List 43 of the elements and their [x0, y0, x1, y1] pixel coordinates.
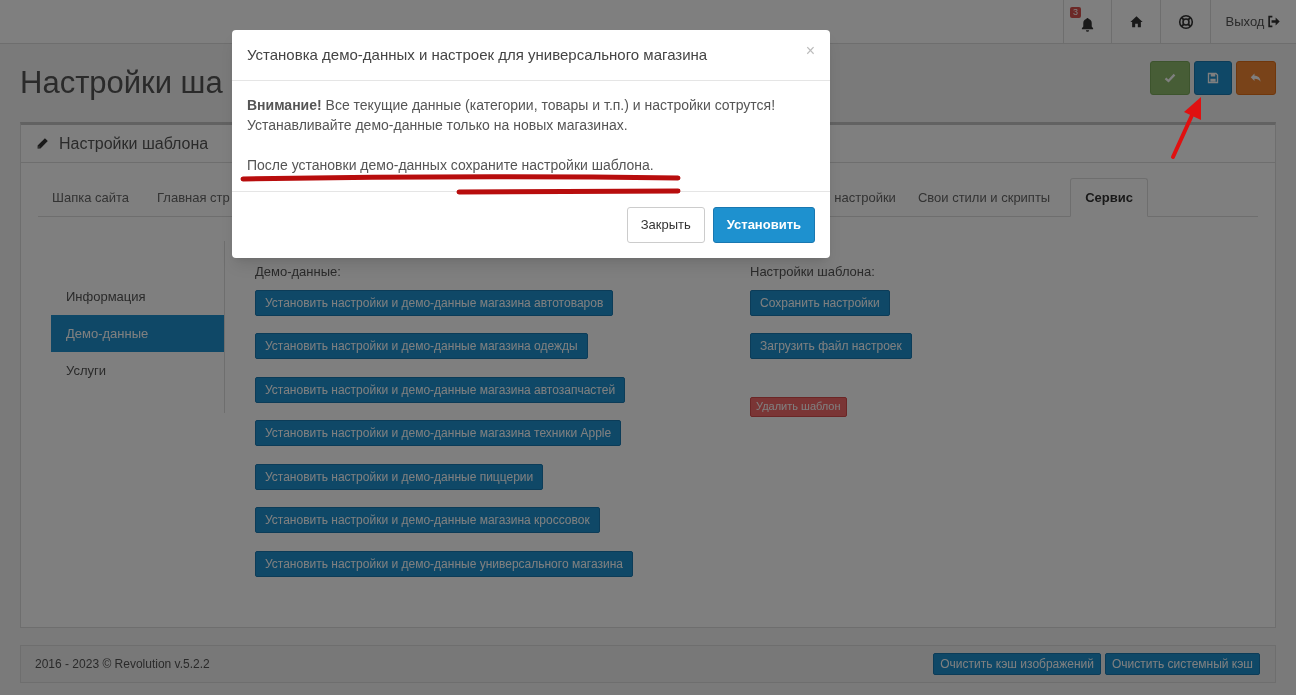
demo-install-button[interactable]: Установить настройки и демо-данные магазина автозапчастей: [255, 376, 626, 403]
logout-button[interactable]: Выход: [1210, 0, 1296, 43]
reply-arrow-icon: [1250, 72, 1262, 84]
warning-text: Внимание! Все текущие данные (категории, товары и т.п.) и настройки сотрутся! Устанавливайте демо-данные только на новых магазинах.: [247, 96, 777, 135]
demo-install-button[interactable]: Установить настройки и демо-данные магазина автотоваров: [255, 289, 614, 316]
copyright-text: 2016 - 2023 © Revolution v.5.2.2: [35, 656, 210, 673]
section-heading: Демо-данные:: [255, 263, 341, 281]
side-nav-item[interactable]: Информация: [51, 278, 224, 315]
modal-title: Установка демо-данных и настроек для универсального магазина: [247, 44, 708, 65]
pencil-icon: [36, 137, 49, 150]
demo-install-button[interactable]: Установить настройки и демо-данные пиццерии: [255, 463, 544, 490]
side-nav-item[interactable]: Демо-данные: [51, 315, 224, 352]
demo-install-button[interactable]: Установить настройки и демо-данные магазина кроссовок: [255, 507, 600, 533]
install-button[interactable]: Установить: [712, 207, 815, 243]
clear-cache-button[interactable]: Очистить кэш изображений: [933, 653, 1101, 675]
delete-template-button[interactable]: Удалить шаблон: [750, 396, 847, 417]
notification-badge: 3: [1070, 7, 1081, 18]
tab[interactable]: Главная стр: [143, 178, 244, 217]
back-button[interactable]: [1236, 61, 1276, 95]
tab[interactable]: Сервис: [1070, 178, 1148, 217]
demo-install-button[interactable]: Установить настройки и демо-данные универсального магазина: [255, 550, 633, 577]
side-nav-item[interactable]: Услуги: [51, 352, 224, 389]
page-title: Настройки ша: [20, 63, 223, 102]
annotation-arrow: [1171, 97, 1201, 159]
demo-install-button[interactable]: Установить настройки и демо-данные магазина одежды: [255, 333, 588, 359]
check-icon: [1164, 72, 1176, 84]
panel-title: Настройки шаблона: [59, 133, 209, 154]
save-stay-button[interactable]: [1194, 61, 1232, 95]
close-dialog-button[interactable]: Закрыть: [626, 207, 705, 243]
clear-cache-button[interactable]: Очистить системный кэш: [1105, 653, 1260, 675]
close-button[interactable]: ×: [805, 43, 815, 59]
home-icon: [1128, 14, 1144, 29]
section-heading: Настройки шаблона:: [750, 263, 875, 281]
note-text: После установки демо-данных сохраните настройки шаблона.: [247, 156, 655, 175]
settings-button[interactable]: Загрузить файл настроек: [750, 332, 912, 359]
save-button[interactable]: [1150, 61, 1190, 95]
lifebuoy-icon: [1177, 13, 1194, 30]
bell-icon: [1080, 17, 1095, 32]
demo-install-button[interactable]: Установить настройки и демо-данные магазина техники Apple: [255, 420, 622, 446]
notifications-button[interactable]: 3: [1063, 0, 1111, 43]
tab[interactable]: Шапка сайта: [38, 178, 144, 217]
settings-button[interactable]: Сохранить настройки: [750, 289, 890, 316]
exit-icon: [1267, 15, 1282, 28]
